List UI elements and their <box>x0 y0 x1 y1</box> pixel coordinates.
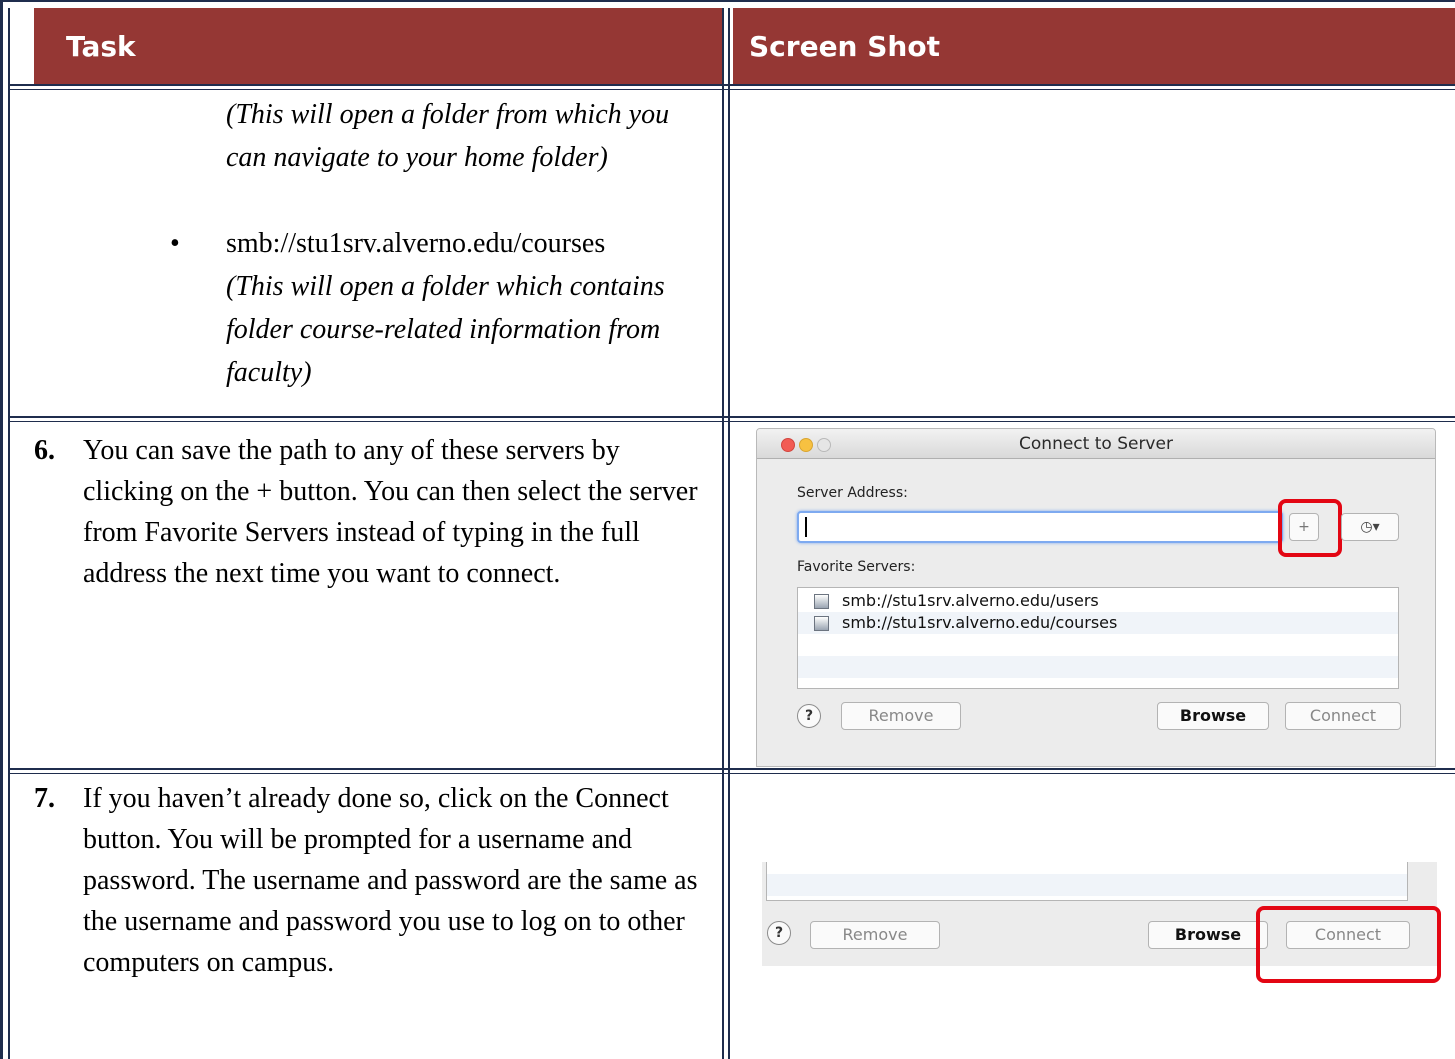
table-border <box>0 0 1455 2</box>
table-border <box>0 0 3 1059</box>
connect-button-highlight <box>1256 906 1441 983</box>
favorite-servers-list <box>766 862 1408 901</box>
empty-list-row <box>767 874 1407 896</box>
step-number: 7. <box>34 783 55 814</box>
header-task: Task <box>34 8 722 84</box>
connect-to-server-dialog: Connect to Server Server Address: + ◷▾ F… <box>756 428 1436 767</box>
table-border <box>8 8 10 1059</box>
favorite-servers-label: Favorite Servers: <box>797 559 916 575</box>
dialog-title-bar: Connect to Server <box>757 429 1435 459</box>
favorite-servers-list[interactable]: smb://stu1srv.alverno.edu/users smb://st… <box>797 587 1399 689</box>
help-button[interactable]: ? <box>797 704 821 728</box>
recent-servers-button[interactable]: ◷▾ <box>1341 513 1399 541</box>
table-border <box>728 8 730 1059</box>
header-task-label: Task <box>66 30 136 63</box>
step-number: 6. <box>34 435 55 466</box>
courses-note: (This will open a folder which contains … <box>226 271 665 388</box>
connect-button[interactable]: Connect <box>1285 702 1401 730</box>
header-screenshot: Screen Shot <box>733 8 1455 84</box>
help-button[interactable]: ? <box>767 921 791 945</box>
connect-dialog-crop: ? Remove Browse Connect <box>762 862 1441 983</box>
favorite-server-path: smb://stu1srv.alverno.edu/courses <box>842 613 1118 632</box>
courses-path: smb://stu1srv.alverno.edu/courses <box>226 228 606 259</box>
table-border <box>8 89 1455 90</box>
dialog-title: Connect to Server <box>1019 434 1173 454</box>
table-border <box>8 416 1455 418</box>
zoom-window-icon[interactable] <box>817 438 831 452</box>
server-address-input[interactable] <box>797 511 1283 543</box>
list-item[interactable]: smb://stu1srv.alverno.edu/users <box>798 590 1398 612</box>
step-text: If you haven’t already done so, click on… <box>83 783 698 978</box>
browse-button[interactable]: Browse <box>1157 702 1269 730</box>
list-item[interactable]: smb://stu1srv.alverno.edu/courses <box>798 612 1398 634</box>
courses-bullet-content: smb://stu1srv.alverno.edu/courses (This … <box>226 222 706 394</box>
bullet-icon: • <box>170 228 180 259</box>
table-border <box>8 768 1455 770</box>
header-screenshot-label: Screen Shot <box>749 30 940 63</box>
table-border <box>722 8 724 1059</box>
server-icon <box>814 594 829 609</box>
close-window-icon[interactable] <box>781 438 795 452</box>
minimize-window-icon[interactable] <box>799 438 813 452</box>
home-folder-note: (This will open a folder from which you … <box>226 99 670 173</box>
remove-button[interactable]: Remove <box>841 702 961 730</box>
text-caret <box>805 517 807 537</box>
instruction-table: Task Screen Shot (This will open a folde… <box>0 0 1455 1059</box>
remove-button[interactable]: Remove <box>810 921 940 949</box>
empty-list-row <box>798 656 1398 678</box>
empty-list-row <box>798 634 1398 656</box>
server-icon <box>814 616 829 631</box>
table-border <box>8 84 1455 86</box>
favorite-server-path: smb://stu1srv.alverno.edu/users <box>842 591 1099 610</box>
server-address-label: Server Address: <box>797 485 908 501</box>
table-border <box>8 773 1455 774</box>
table-border <box>8 421 1455 422</box>
browse-button[interactable]: Browse <box>1148 921 1268 949</box>
step-text: You can save the path to any of these se… <box>83 435 698 589</box>
add-button-highlight <box>1278 499 1342 557</box>
